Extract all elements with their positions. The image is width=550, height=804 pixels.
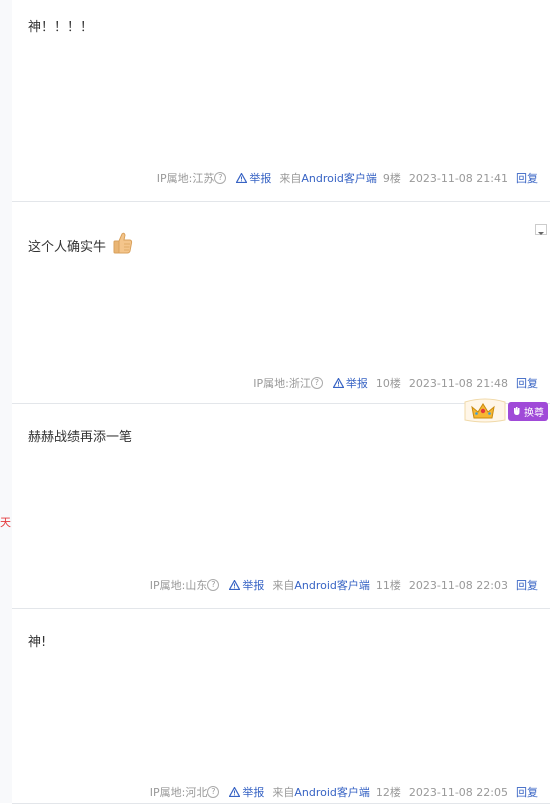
- post-list: 神！！！！ IP属地:江苏 ? 举报 来自 Android客户端 9楼 2023…: [12, 0, 550, 804]
- floor-number: 9楼: [382, 172, 401, 185]
- crown-icon: [464, 398, 506, 423]
- warning-icon: [332, 378, 344, 388]
- help-icon[interactable]: ?: [207, 579, 220, 591]
- post-floor-9: 神！！！！ IP属地:江苏 ? 举报 来自 Android客户端 9楼 2023…: [12, 0, 550, 202]
- source-prefix: 来自: [272, 786, 295, 799]
- left-strip-mark: 天: [0, 516, 11, 529]
- source-app-link[interactable]: Android客户端: [294, 577, 370, 593]
- post-floor-12: 神! IP属地:河北 ? 举报 来自 Android客户端 12楼 2023-1…: [12, 609, 550, 804]
- warning-icon: [229, 580, 241, 590]
- badge-tag[interactable]: 换尊: [508, 401, 548, 421]
- post-meta: IP属地:江苏 ? 举报 来自 Android客户端 9楼 2023-11-08…: [157, 170, 538, 186]
- post-content: 赫赫战绩再添一笔: [28, 430, 133, 445]
- warning-icon: [236, 173, 248, 183]
- ip-location: IP属地:浙江: [253, 377, 311, 390]
- hand-icon: [514, 407, 520, 415]
- report-label: 举报: [242, 786, 265, 799]
- post-meta: IP属地:浙江 ? 举报 10楼 2023-11-08 21:48 回复: [253, 375, 538, 391]
- help-icon[interactable]: ?: [207, 786, 220, 798]
- post-meta: IP属地:河北 ? 举报 来自 Android客户端 12楼 2023-11-0…: [150, 784, 538, 800]
- post-content: 这个人确实牛: [28, 232, 133, 255]
- warning-icon: [229, 787, 241, 797]
- ip-location: IP属地:河北: [149, 786, 208, 799]
- post-content: 神!: [28, 635, 47, 650]
- ip-location: IP属地:山东: [149, 579, 208, 592]
- source-prefix: 来自: [279, 172, 302, 185]
- report-link[interactable]: 举报: [229, 784, 264, 800]
- post-floor-11: 换尊 赫赫战绩再添一笔 IP属地:山东 ? 举报 来自 Android客户端 1…: [12, 398, 550, 609]
- reply-button[interactable]: 回复: [516, 170, 538, 186]
- thumbs-up-icon: [113, 232, 133, 254]
- post-meta: IP属地:山东 ? 举报 来自 Android客户端 11楼 2023-11-0…: [150, 577, 538, 593]
- report-link[interactable]: 举报: [332, 375, 368, 391]
- collapse-button[interactable]: [535, 224, 547, 235]
- source-app-link[interactable]: Android客户端: [301, 170, 377, 186]
- post-time: 2023-11-08 22:03: [408, 578, 508, 592]
- source-app-link[interactable]: Android客户端: [294, 784, 370, 800]
- post-time: 2023-11-08 22:05: [408, 785, 508, 799]
- source-prefix: 来自: [272, 579, 295, 592]
- badge-label: 换尊: [524, 407, 544, 419]
- report-label: 举报: [345, 377, 368, 390]
- report-label: 举报: [249, 172, 272, 185]
- post-floor-10: 这个人确实牛 IP属地:浙江 ? 举报 10楼 2023-11-08 21:48…: [12, 202, 550, 404]
- post-time: 2023-11-08 21:41: [408, 171, 508, 185]
- help-icon[interactable]: ?: [310, 377, 323, 389]
- post-text: 这个人确实牛: [28, 240, 107, 255]
- report-link[interactable]: 举报: [236, 170, 271, 186]
- ip-location: IP属地:江苏: [156, 172, 215, 185]
- floor-number: 11楼: [375, 579, 401, 592]
- post-time: 2023-11-08 21:48: [408, 376, 508, 390]
- chevron-down-icon: [538, 232, 544, 235]
- reply-button[interactable]: 回复: [516, 784, 538, 800]
- report-link[interactable]: 举报: [229, 577, 264, 593]
- reply-button[interactable]: 回复: [516, 375, 538, 391]
- floor-number: 12楼: [375, 786, 401, 799]
- report-label: 举报: [242, 579, 265, 592]
- post-content: 神！！！！: [28, 20, 94, 35]
- floor-number: 10楼: [375, 377, 401, 390]
- help-icon[interactable]: ?: [214, 172, 227, 184]
- badge-wrap: 换尊: [464, 398, 548, 424]
- reply-button[interactable]: 回复: [516, 577, 538, 593]
